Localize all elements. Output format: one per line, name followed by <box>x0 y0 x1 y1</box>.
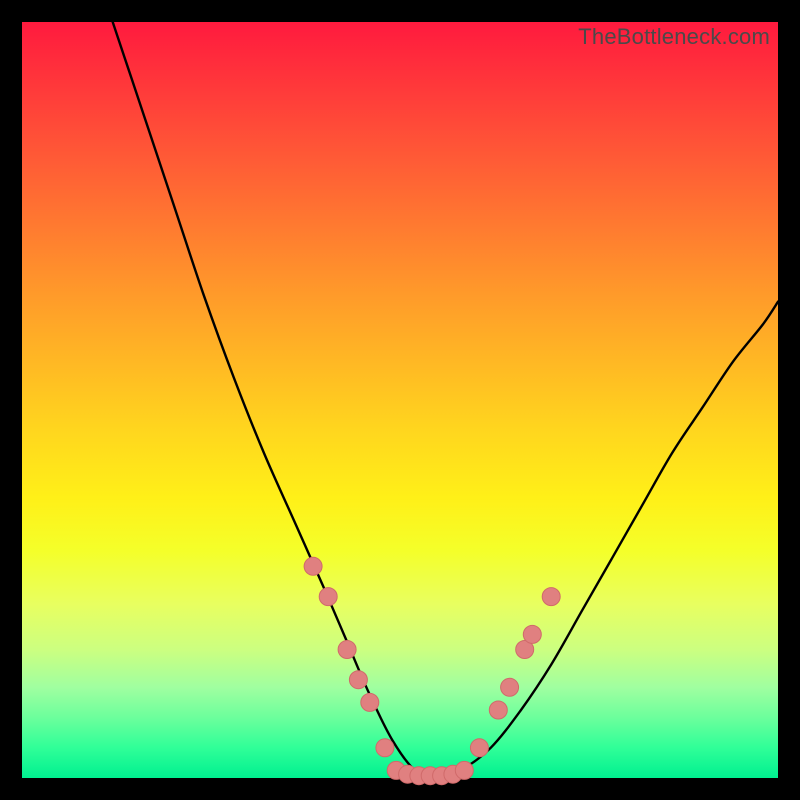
curve-marker <box>376 739 394 757</box>
curve-marker <box>489 701 507 719</box>
curve-marker <box>523 625 541 643</box>
curve-marker <box>304 557 322 575</box>
curve-marker <box>349 671 367 689</box>
bottleneck-curve-path <box>113 22 778 778</box>
curve-marker <box>361 693 379 711</box>
curve-marker <box>455 761 473 779</box>
plot-area: TheBottleneck.com <box>22 22 778 778</box>
chart-frame: TheBottleneck.com <box>0 0 800 800</box>
curve-marker <box>501 678 519 696</box>
curve-marker <box>338 641 356 659</box>
curve-marker <box>470 739 488 757</box>
curve-marker <box>319 588 337 606</box>
bottleneck-curve-svg <box>22 22 778 778</box>
curve-markers <box>304 557 560 784</box>
curve-marker <box>542 588 560 606</box>
